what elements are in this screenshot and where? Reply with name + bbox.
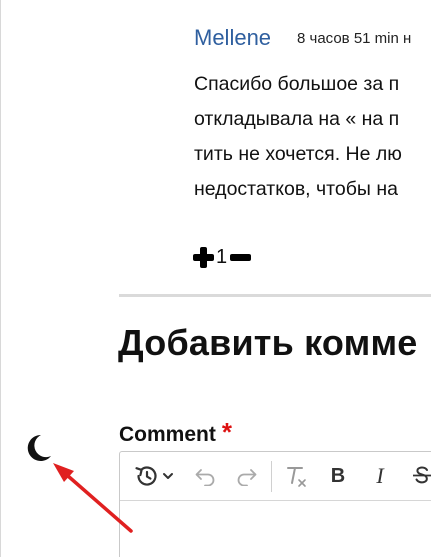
section-divider — [119, 294, 431, 297]
vote-count: 1 — [216, 246, 228, 268]
italic-button[interactable]: I — [364, 452, 396, 500]
comment-line: тить не хочется. Не лю — [194, 143, 402, 165]
bold-button[interactable]: B — [322, 452, 354, 500]
comment-label-text: Comment — [119, 423, 216, 446]
undo-icon — [195, 469, 215, 486]
left-border — [0, 0, 1, 557]
comment-body: Спасибо большое за п откладывала на « на… — [194, 67, 431, 207]
upvote-plus-icon[interactable] — [193, 246, 214, 268]
comment-timestamp: 8 часов 51 min н — [297, 30, 412, 47]
comment-line: недостатков, чтобы на — [194, 178, 398, 200]
comment-field-label: Comment * — [119, 417, 232, 448]
strikethrough-icon — [413, 466, 431, 484]
comment-editor[interactable]: B I — [119, 451, 431, 557]
undo-button[interactable] — [190, 452, 222, 500]
remove-format-icon — [287, 467, 306, 487]
add-comment-heading: Добавить комме — [118, 322, 418, 363]
page: Mellene 8 часов 51 min н Спасибо большое… — [0, 0, 431, 557]
history-icon — [135, 466, 173, 486]
redo-button[interactable] — [230, 452, 262, 500]
comment-line: Спасибо большое за п — [194, 73, 400, 95]
red-arrow-annotation — [53, 463, 133, 533]
strikethrough-button[interactable] — [406, 452, 431, 500]
bold-icon: B — [330, 464, 346, 487]
editor-toolbar: B I — [120, 452, 431, 501]
required-asterisk: * — [221, 417, 232, 447]
downvote-minus-icon[interactable] — [230, 253, 252, 261]
toolbar-separator — [271, 461, 272, 492]
remove-format-button[interactable] — [280, 452, 314, 500]
comment-author-link[interactable]: Mellene — [194, 25, 271, 51]
redo-icon — [237, 469, 257, 486]
italic-icon: I — [376, 463, 384, 488]
comment-line: откладывала на « на п — [194, 108, 400, 130]
vote-controls: 1 — [193, 244, 252, 270]
